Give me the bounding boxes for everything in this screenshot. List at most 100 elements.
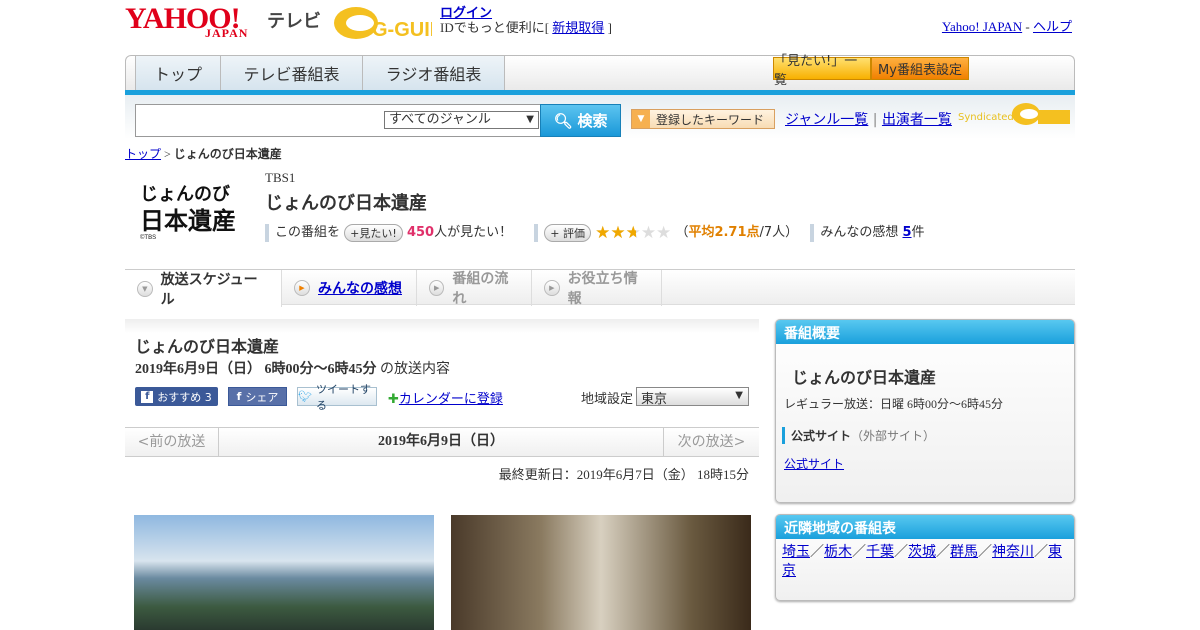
nearby-region-link[interactable]: 千葉 bbox=[866, 545, 894, 560]
region-sep: ／ bbox=[1034, 545, 1048, 560]
summary-panel: 番組概要 じょんのび日本遺産 レギュラー放送：日曜 6時00分～6時45分 公式… bbox=[775, 319, 1075, 503]
help-link[interactable]: ヘルプ bbox=[1033, 19, 1072, 34]
id-text-end: ] bbox=[604, 20, 612, 35]
broadcast-suffix: の放送内容 bbox=[380, 361, 450, 377]
official-site-note: （外部サイト） bbox=[851, 429, 936, 443]
chevron-down-icon: ▼ bbox=[137, 280, 153, 297]
fb-share-label: シェア bbox=[245, 390, 279, 404]
subtab-label[interactable]: みんなの感想 bbox=[318, 278, 402, 298]
gguide-logo: G-GUIDE bbox=[334, 7, 432, 40]
impressions-suffix: 件 bbox=[911, 225, 925, 240]
main-nav: トップ テレビ番組表 ラジオ番組表 「見たい!」一覧 My番組表設定 bbox=[125, 54, 1075, 93]
facebook-icon: f bbox=[236, 390, 242, 403]
fb-share-button[interactable]: f シェア bbox=[228, 387, 287, 406]
signup-link[interactable]: 新規取得 bbox=[552, 20, 604, 35]
impressions-label: みんなの感想 bbox=[820, 225, 899, 240]
nearby-region-link[interactable]: 神奈川 bbox=[992, 545, 1034, 560]
nearby-header: 近隣地域の番組表 bbox=[776, 515, 1074, 539]
keyword-dropdown[interactable]: ▼ 登録したキーワード bbox=[631, 109, 775, 129]
breadcrumb: トップ > じょんのび日本遺産 bbox=[125, 145, 282, 162]
genre-select[interactable]: すべてのジャンル ▼ bbox=[384, 111, 539, 129]
program-subtabs: ▼ 放送スケジュール ▶ みんなの感想 ▶ 番組の流れ ▶ お役立ち情報 bbox=[125, 269, 1075, 308]
official-site-link[interactable]: 公式サイト bbox=[784, 455, 844, 472]
last-updated: 最終更新日：2019年6月7日（金） 18時15分 bbox=[498, 467, 749, 482]
subtab-label: お役立ち情報 bbox=[567, 271, 638, 307]
prev-broadcast[interactable]: <前の放送 bbox=[125, 428, 219, 456]
breadcrumb-top[interactable]: トップ bbox=[125, 147, 161, 161]
region-select[interactable]: 東京 ▼ bbox=[636, 387, 749, 407]
broadcast-datetime: 2019年6月9日（日） 6時00分～6時45分 bbox=[135, 362, 377, 377]
login-link[interactable]: ログイン bbox=[440, 5, 492, 20]
channel-name: TBS1 bbox=[265, 170, 296, 185]
calendar-register[interactable]: ✚カレンダーに登録 bbox=[388, 388, 503, 407]
nearby-panel: 近隣地域の番組表 埼玉／栃木／千葉／茨城／群馬／神奈川／東京 bbox=[775, 514, 1075, 601]
gguide-logo-text: G-GUIDE bbox=[372, 19, 432, 40]
genre-cast-links: ジャンル一覧 | 出演者一覧 bbox=[785, 109, 952, 129]
chevron-down-icon: ▼ bbox=[735, 390, 743, 401]
program-logo: じょんのび 日本遺産 ©TBS bbox=[140, 182, 250, 244]
breadcrumb-sep: > bbox=[161, 147, 174, 161]
breadcrumb-current: じょんのび日本遺産 bbox=[173, 147, 282, 161]
chevron-down-icon: ▼ bbox=[632, 110, 650, 128]
yahoo-logo-sub: JAPAN bbox=[205, 26, 249, 40]
rating-stars: ★★★★★★★★★★ bbox=[595, 222, 672, 243]
play-icon: ▶ bbox=[429, 280, 445, 296]
subtab-label: 番組の流れ bbox=[452, 271, 509, 307]
cast-list-link[interactable]: 出演者一覧 bbox=[882, 112, 952, 128]
nearby-region-link[interactable]: 栃木 bbox=[824, 545, 852, 560]
keyword-label: 登録したキーワード bbox=[656, 112, 765, 127]
next-broadcast[interactable]: 次の放送> bbox=[663, 428, 759, 456]
search-icon: 🔍︎ bbox=[553, 111, 573, 130]
fb-recommend-button[interactable]: f おすすめ 3 bbox=[135, 387, 218, 406]
broadcast-pager: <前の放送 2019年6月9日（日） 次の放送> bbox=[125, 427, 759, 457]
mitai-list-button[interactable]: 「見たい!」一覧 bbox=[773, 54, 871, 88]
tab-tv-schedule[interactable]: テレビ番組表 bbox=[220, 56, 363, 90]
id-text: IDでもっと便利に[ bbox=[440, 20, 553, 35]
yahoo-japan-link[interactable]: Yahoo! JAPAN bbox=[942, 19, 1022, 34]
tweet-label: ツイートする bbox=[315, 382, 371, 412]
subtab-label: 放送スケジュール bbox=[160, 271, 258, 308]
region-sep: ／ bbox=[852, 545, 866, 560]
subtab-info[interactable]: ▶ お役立ち情報 bbox=[532, 270, 662, 307]
login-area: ログイン IDでもっと便利に[ 新規取得 ] bbox=[440, 5, 612, 35]
my-settings-button[interactable]: My番組表設定 bbox=[871, 57, 969, 80]
play-icon: ▶ bbox=[544, 280, 560, 296]
play-icon: ▶ bbox=[294, 280, 310, 296]
calendar-link[interactable]: カレンダーに登録 bbox=[399, 392, 503, 407]
pager-date: 2019年6月9日（日） bbox=[378, 434, 504, 449]
region-sep: ／ bbox=[978, 545, 992, 560]
mitai-button[interactable]: +見たい! bbox=[344, 223, 403, 242]
service-name: テレビ bbox=[267, 11, 321, 32]
search-button[interactable]: 🔍︎ 検索 bbox=[540, 104, 621, 137]
rating-open: （ bbox=[675, 225, 689, 240]
program-photo-1 bbox=[134, 515, 434, 630]
facebook-icon: f bbox=[141, 390, 154, 403]
summary-title: じょんのび日本遺産 bbox=[792, 368, 937, 387]
region-sep: ／ bbox=[810, 545, 824, 560]
program-photo-2 bbox=[451, 515, 751, 630]
region-label: 地域設定 bbox=[581, 392, 634, 407]
nearby-region-link[interactable]: 群馬 bbox=[950, 545, 978, 560]
genre-value: すべてのジャンル bbox=[389, 112, 491, 127]
summary-regular: レギュラー放送：日曜 6時00分～6時45分 bbox=[784, 397, 1004, 411]
mitai-count: 450 bbox=[406, 225, 435, 240]
broadcast-title: じょんのび日本遺産 bbox=[135, 337, 280, 356]
tab-radio-schedule[interactable]: ラジオ番組表 bbox=[362, 56, 505, 90]
nearby-region-link[interactable]: 埼玉 bbox=[782, 545, 810, 560]
nearby-region-link[interactable]: 茨城 bbox=[908, 545, 936, 560]
calendar-add-icon: ✚ bbox=[388, 392, 399, 407]
nearby-regions: 埼玉／栃木／千葉／茨城／群馬／神奈川／東京 bbox=[776, 539, 1074, 585]
subtab-flow[interactable]: ▶ 番組の流れ bbox=[417, 270, 532, 307]
subtab-schedule[interactable]: ▼ 放送スケジュール bbox=[125, 270, 282, 308]
chevron-down-icon: ▼ bbox=[526, 114, 534, 125]
tweet-button[interactable]: 🐦︎ ツイートする bbox=[297, 383, 377, 412]
logo-line1: じょんのび bbox=[140, 184, 230, 205]
rate-button[interactable]: + 評価 bbox=[544, 223, 591, 242]
tab-top[interactable]: トップ bbox=[135, 56, 221, 90]
subtab-impressions[interactable]: ▶ みんなの感想 bbox=[282, 270, 417, 306]
logo-line2: 日本遺産 bbox=[140, 206, 236, 235]
search-button-label: 検索 bbox=[577, 112, 608, 130]
logo-copyright: ©TBS bbox=[140, 235, 157, 241]
impressions-count[interactable]: 5 bbox=[902, 225, 911, 240]
genre-list-link[interactable]: ジャンル一覧 bbox=[785, 112, 868, 128]
